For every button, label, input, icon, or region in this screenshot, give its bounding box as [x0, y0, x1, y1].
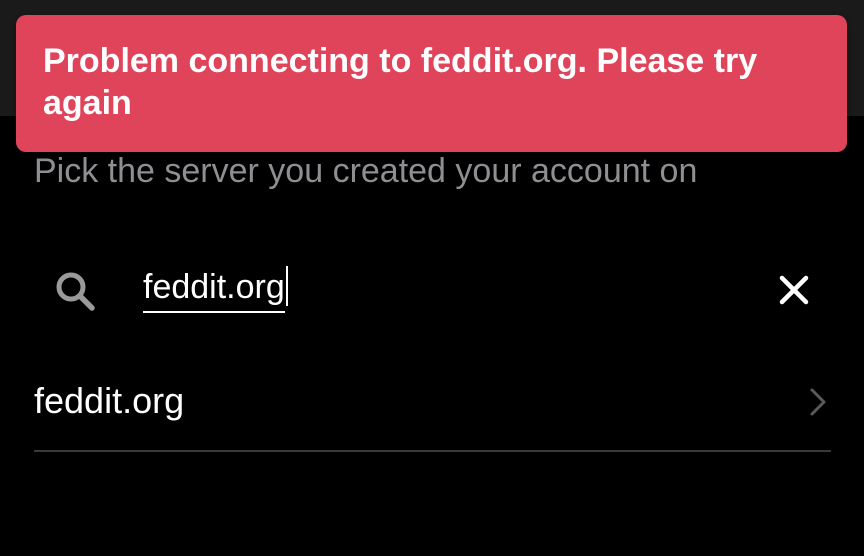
server-list-item-label: feddit.org: [34, 380, 185, 421]
clear-search-button[interactable]: [772, 268, 816, 312]
server-picker-subtitle: Pick the server you created your account…: [34, 152, 698, 190]
error-toast[interactable]: Problem connecting to feddit.org. Please…: [16, 15, 847, 152]
search-icon: [52, 268, 98, 314]
chevron-right-icon: [806, 384, 830, 420]
error-toast-message: Problem connecting to feddit.org. Please…: [43, 42, 758, 122]
text-caret: [285, 266, 288, 306]
server-list-item[interactable]: feddit.org: [34, 356, 831, 452]
search-input-value: feddit.org: [143, 265, 285, 313]
search-input[interactable]: feddit.org: [143, 262, 443, 313]
server-picker-screen: Pick the server you created your account…: [0, 0, 864, 556]
search-bar: feddit.org: [0, 248, 864, 332]
close-icon: [779, 275, 809, 305]
